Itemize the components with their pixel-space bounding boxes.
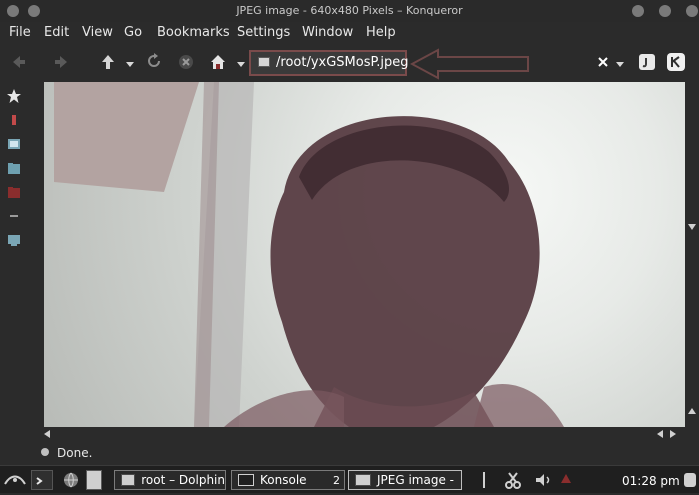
status-indicator-icon — [41, 448, 49, 456]
stop-icon[interactable] — [174, 50, 198, 74]
konsole-icon — [238, 474, 254, 486]
task-jpeg-konqueror[interactable]: JPEG image - — [348, 470, 462, 490]
menu-help[interactable]: Help — [366, 22, 396, 44]
window-menu-icon[interactable] — [7, 5, 19, 17]
status-text: Done. — [57, 446, 93, 460]
history-icon[interactable] — [6, 208, 22, 224]
java-icon[interactable] — [635, 50, 659, 74]
info-icon[interactable] — [6, 112, 22, 128]
horizontal-scrollbar[interactable] — [44, 427, 685, 441]
folder-icon — [121, 474, 136, 486]
notes-icon[interactable] — [86, 470, 102, 490]
tray-lock-icon[interactable] — [684, 473, 696, 487]
konqueror-icon[interactable] — [664, 50, 688, 74]
scroll-up-arrow-icon[interactable] — [688, 408, 696, 414]
menu-edit[interactable]: Edit — [44, 22, 69, 44]
home-dropdown-chevron-icon[interactable] — [237, 62, 245, 67]
task-label: Konsole — [260, 473, 307, 487]
image-viewer[interactable] — [44, 82, 685, 427]
alert-icon[interactable] — [561, 474, 571, 483]
kde-menu-icon[interactable] — [3, 470, 27, 490]
menu-file[interactable]: File — [9, 22, 31, 44]
task-badge: 2 — [333, 473, 340, 487]
menu-go[interactable]: Go — [124, 22, 142, 44]
globe-icon[interactable] — [60, 470, 82, 490]
home-icon[interactable] — [206, 50, 230, 74]
file-type-icon — [258, 57, 270, 67]
clock[interactable]: 01:28 pm — [622, 473, 680, 489]
menu-bookmarks[interactable]: Bookmarks — [157, 22, 230, 44]
jpeg-photo — [54, 82, 564, 427]
terminal-icon[interactable] — [31, 470, 53, 490]
computer-icon[interactable] — [6, 232, 22, 248]
vertical-scrollbar[interactable] — [685, 82, 699, 427]
menu-window[interactable]: Window — [302, 22, 353, 44]
scroll-right-arrow-icon[interactable] — [670, 430, 676, 438]
menu-settings[interactable]: Settings — [237, 22, 290, 44]
annotation-arrow-icon — [410, 48, 529, 80]
menubar: File Edit View Go Bookmarks Settings Win… — [0, 22, 699, 44]
network-icon[interactable] — [6, 136, 22, 152]
scissors-icon[interactable] — [505, 471, 521, 489]
window-title: JPEG image - 640x480 Pixels – Konqueror — [236, 4, 463, 17]
close-icon[interactable] — [686, 5, 698, 17]
folder-icon[interactable] — [6, 160, 22, 176]
forward-arrow-icon[interactable] — [50, 50, 74, 74]
image-icon — [355, 474, 371, 486]
minimize-icon[interactable] — [632, 5, 644, 17]
sticky-icon[interactable] — [28, 5, 40, 17]
sidebar — [0, 82, 26, 441]
clear-icon[interactable] — [591, 50, 615, 74]
back-arrow-icon[interactable] — [6, 50, 30, 74]
menu-view[interactable]: View — [82, 22, 113, 44]
home-folder-icon[interactable] — [6, 184, 22, 200]
task-dolphin[interactable]: root – Dolphin — [114, 470, 226, 490]
task-label: JPEG image - — [377, 473, 454, 487]
reload-icon[interactable] — [142, 50, 166, 74]
scroll-down-arrow-icon[interactable] — [688, 224, 696, 230]
scroll-left-arrow-icon[interactable] — [657, 430, 663, 438]
star-icon[interactable] — [6, 88, 22, 104]
up-dropdown-chevron-icon[interactable] — [126, 62, 134, 67]
maximize-icon[interactable] — [659, 5, 671, 17]
info-icon[interactable] — [483, 472, 489, 488]
task-konsole[interactable]: Konsole 2 — [231, 470, 345, 490]
scroll-left-arrow-icon[interactable] — [44, 430, 50, 438]
address-dropdown-chevron-icon[interactable] — [616, 62, 624, 67]
status-bar — [0, 441, 699, 465]
address-value[interactable]: /root/yxGSMosP.jpeg — [276, 54, 409, 72]
up-arrow-icon[interactable] — [96, 50, 120, 74]
volume-icon[interactable] — [534, 472, 554, 488]
task-label: root – Dolphin — [141, 473, 225, 487]
